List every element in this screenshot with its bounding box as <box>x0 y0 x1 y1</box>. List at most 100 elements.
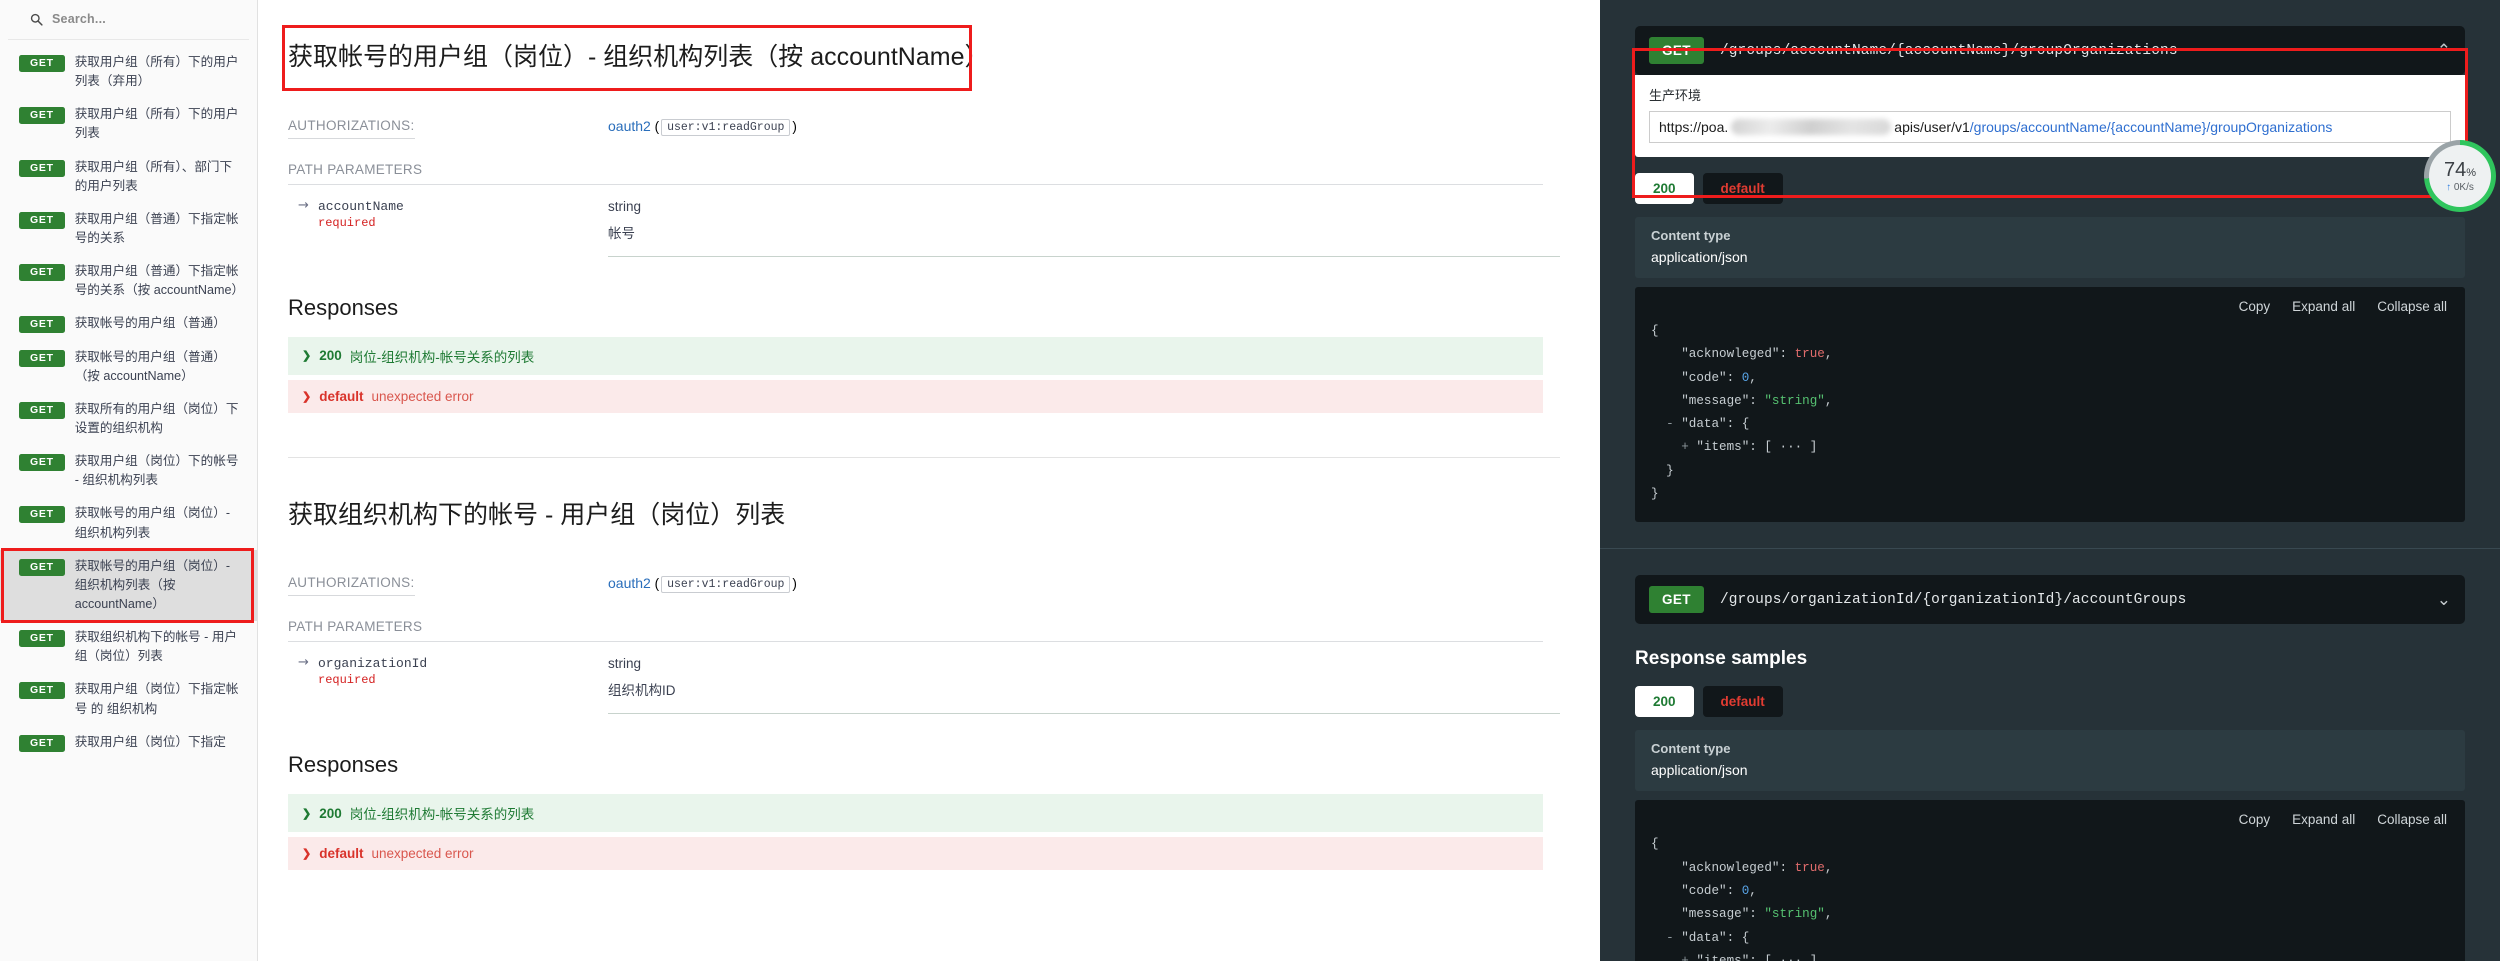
sidebar-item-6[interactable]: GET 获取帐号的用户组（普通）（按 accountName） <box>0 341 257 393</box>
sidebar-item-9[interactable]: GET 获取帐号的用户组（岗位）- 组织机构列表 <box>0 497 257 549</box>
chevron-right-icon: ❯ <box>302 807 312 820</box>
method-badge: GET <box>19 682 65 700</box>
sidebar-item-label: 获取帐号的用户组（岗位）- 组织机构列表（按 accountName） <box>74 558 231 611</box>
chevron-up-icon[interactable]: ⌃ <box>2437 42 2451 59</box>
panel-divider <box>1600 548 2500 550</box>
content-type-value: application/json <box>1651 762 1748 779</box>
response-row-200[interactable]: ❯ 200 岗位-组织机构-帐号关系的列表 <box>288 336 1543 375</box>
speed-rate-value: 0K/s <box>2453 181 2474 193</box>
response-text: unexpected error <box>371 388 474 404</box>
search-input[interactable]: Search... <box>52 12 106 26</box>
method-badge: GET <box>19 558 65 576</box>
method-badge: GET <box>19 107 65 125</box>
json-sample: { "acknowleged": true, "code": 0, "messa… <box>1651 324 1833 502</box>
sidebar-item-5[interactable]: GET 获取帐号的用户组（普通） <box>0 307 257 340</box>
authorizations-label: AUTHORIZATIONS: <box>288 567 608 605</box>
sidebar-item-13[interactable]: GET 获取用户组（岗位）下指定 <box>0 726 257 759</box>
page-title: 获取帐号的用户组（岗位）- 组织机构列表（按 accountName） <box>288 43 990 71</box>
sidebar-item-8[interactable]: GET 获取用户组（岗位）下的帐号 - 组织机构列表 <box>0 445 257 497</box>
sidebar-item-label: 获取用户组（岗位）下指定帐号 的 组织机构 <box>74 682 239 716</box>
search-box[interactable]: Search... <box>8 0 249 40</box>
redacted-host <box>1731 119 1892 135</box>
response-row-default[interactable]: ❯ default unexpected error <box>288 837 1543 870</box>
parameter-right: string 帐号 <box>608 199 1560 257</box>
operation-meta: AUTHORIZATIONS: oauth2 (user:v1:readGroup… <box>288 110 1543 185</box>
chevron-right-icon: ❯ <box>302 350 312 362</box>
parameter-required: required <box>318 673 376 687</box>
method-badge: GET <box>1649 586 1704 614</box>
responses-title: Responses <box>288 752 399 777</box>
response-tab-default[interactable]: default <box>1702 173 1783 204</box>
json-actions: Copy Expand all Collapse all <box>1651 297 2449 320</box>
upload-arrow-icon: ↑ <box>2446 181 2452 193</box>
method-badge: GET <box>19 734 65 752</box>
sidebar-item-3[interactable]: GET 获取用户组（普通）下指定帐号的关系 <box>0 203 257 255</box>
response-row-default[interactable]: ❯ default unexpected error <box>288 379 1543 413</box>
json-sample-box: Copy Expand all Collapse all { "acknowleged… <box>1635 287 2465 523</box>
auth-paren-close: ) <box>792 576 797 591</box>
operation-meta: AUTHORIZATIONS: oauth2 (user:v1:readGroup… <box>288 567 1543 642</box>
sidebar-item-label: 获取组织机构下的帐号 - 用户组（岗位）列表 <box>74 630 238 664</box>
response-tab-default[interactable]: default <box>1702 686 1783 718</box>
auth-scheme-link[interactable]: oauth2 <box>608 118 651 134</box>
response-tab-200[interactable]: 200 <box>1635 173 1694 204</box>
sidebar-item-12[interactable]: GET 获取用户组（岗位）下指定帐号 的 组织机构 <box>0 673 257 725</box>
content-type-label: Content type <box>1651 741 1731 757</box>
auth-scheme-link[interactable]: oauth2 <box>608 575 651 591</box>
server-selector: 生产环境 https://poa. apis/user/v1/groups/acco… <box>1635 75 2465 157</box>
responses-list: ❯ 200 岗位-组织机构-帐号关系的列表 ❯ default unexpected er… <box>288 794 1543 870</box>
response-tab-200[interactable]: 200 <box>1635 686 1694 718</box>
sidebar-item-label: 获取帐号的用户组（普通） <box>74 316 226 331</box>
speed-percent-unit: % <box>2466 166 2477 179</box>
server-url-input[interactable]: https://poa. apis/user/v1/groups/accountN… <box>1649 111 2451 143</box>
copy-button[interactable]: Copy <box>2239 812 2271 827</box>
auth-paren-open: ( <box>650 118 660 134</box>
sidebar-item-11[interactable]: GET 获取组织机构下的帐号 - 用户组（岗位）列表 <box>0 621 257 673</box>
auth-paren-open: ( <box>650 576 660 591</box>
endpoint-bar[interactable]: GET/groups/accountName/{accountName}/gro… <box>1635 26 2465 75</box>
response-code: default <box>319 846 364 861</box>
content-type-box: Content type application/json <box>1635 730 2465 792</box>
parameter-type: string <box>608 198 642 214</box>
sidebar-item-2[interactable]: GET 获取用户组（所有）、部门下的用户列表 <box>0 151 257 203</box>
sidebar-item-4[interactable]: GET 获取用户组（普通）下指定帐号的关系（按 accountName） <box>0 255 257 307</box>
sidebar-item-7[interactable]: GET 获取所有的用户组（岗位）下设置的组织机构 <box>0 393 257 445</box>
network-speed-badge[interactable]: 74% ↑ 0K/s <box>2424 140 2496 212</box>
response-text: 岗位-组织机构-帐号关系的列表 <box>349 349 535 365</box>
parameter-description: 组织机构ID <box>608 683 676 698</box>
operation-section-1: 获取组织机构下的帐号 - 用户组（岗位）列表 AUTHORIZATIONS: oau… <box>288 456 1560 870</box>
sidebar-item-label: 获取帐号的用户组（岗位）- 组织机构列表 <box>74 506 231 540</box>
response-row-200[interactable]: ❯ 200 岗位-组织机构-帐号关系的列表 <box>288 794 1543 832</box>
sidebar-item-1[interactable]: GET 获取用户组（所有）下的用户列表 <box>0 98 257 150</box>
expand-all-button[interactable]: Expand all <box>2292 299 2355 314</box>
response-code: 200 <box>319 805 342 821</box>
parameter-row: organizationId required string 组织机构ID <box>288 642 1560 714</box>
server-url-path: /groups/accountName/{accountName}/groupO… <box>1969 119 2333 135</box>
json-actions: Copy Expand all Collapse all <box>1651 810 2449 833</box>
content-type-label: Content type <box>1651 228 1731 243</box>
operation-title-wrap: 获取帐号的用户组（岗位）- 组织机构列表（按 accountName） <box>282 23 1560 93</box>
expand-all-button[interactable]: Expand all <box>2292 812 2355 827</box>
chevron-down-icon[interactable]: ⌄ <box>2437 591 2451 608</box>
authorizations-row: AUTHORIZATIONS: oauth2 (user:v1:readGroup… <box>288 110 1543 148</box>
endpoint-bar[interactable]: GET/groups/organizationId/{organizationI… <box>1635 575 2465 625</box>
copy-button[interactable]: Copy <box>2239 299 2271 314</box>
authorizations-value: oauth2 (user:v1:readGroup) <box>608 567 1543 602</box>
endpoint-path: /groups/accountName/{accountName}/groupO… <box>1719 42 2178 59</box>
parameter-left: organizationId required <box>288 655 608 687</box>
content-type-box: Content type application/json <box>1635 217 2465 278</box>
auth-scope-chip: user:v1:readGroup <box>661 118 791 136</box>
response-text: 岗位-组织机构-帐号关系的列表 <box>349 807 535 822</box>
method-badge: GET <box>19 316 65 334</box>
method-badge: GET <box>19 506 65 524</box>
response-code: 200 <box>319 348 342 363</box>
sidebar-item-0[interactable]: GET 获取用户组（所有）下的用户列表（弃用） <box>0 46 257 98</box>
sidebar-item-label: 获取用户组（普通）下指定帐号的关系（按 accountName） <box>74 264 245 298</box>
parameter-left: accountNamerequired <box>288 198 608 230</box>
speed-inner: 74% ↑ 0K/s <box>2429 145 2491 207</box>
authorizations-label: AUTHORIZATIONS: <box>288 110 608 148</box>
speed-percent-value: 74 <box>2443 158 2467 181</box>
sidebar-item-10[interactable]: GET 获取帐号的用户组（岗位）- 组织机构列表（按 accountName） <box>0 547 257 624</box>
collapse-all-button[interactable]: Collapse all <box>2377 299 2447 314</box>
collapse-all-button[interactable]: Collapse all <box>2377 812 2447 827</box>
